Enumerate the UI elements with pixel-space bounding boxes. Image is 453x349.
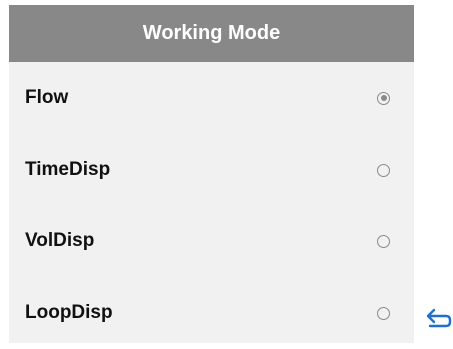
radio-button[interactable] (377, 91, 390, 105)
radio-button[interactable] (377, 163, 390, 177)
option-loopdisp[interactable]: LoopDisp (9, 277, 414, 349)
back-arrow-icon (426, 308, 452, 328)
radio-button[interactable] (377, 234, 390, 248)
back-button[interactable] (424, 303, 453, 331)
option-voldisp[interactable]: VolDisp (9, 205, 414, 277)
working-mode-panel: Working Mode Flow TimeDisp VolDisp LoopD… (9, 5, 414, 343)
page-title: Working Mode (9, 5, 414, 62)
option-label: LoopDisp (25, 302, 113, 323)
radio-button[interactable] (377, 306, 390, 320)
option-label: TimeDisp (25, 159, 111, 180)
option-flow[interactable]: Flow (9, 62, 414, 134)
option-label: Flow (25, 87, 69, 108)
option-timedisp[interactable]: TimeDisp (9, 134, 414, 206)
option-label: VolDisp (25, 230, 95, 251)
